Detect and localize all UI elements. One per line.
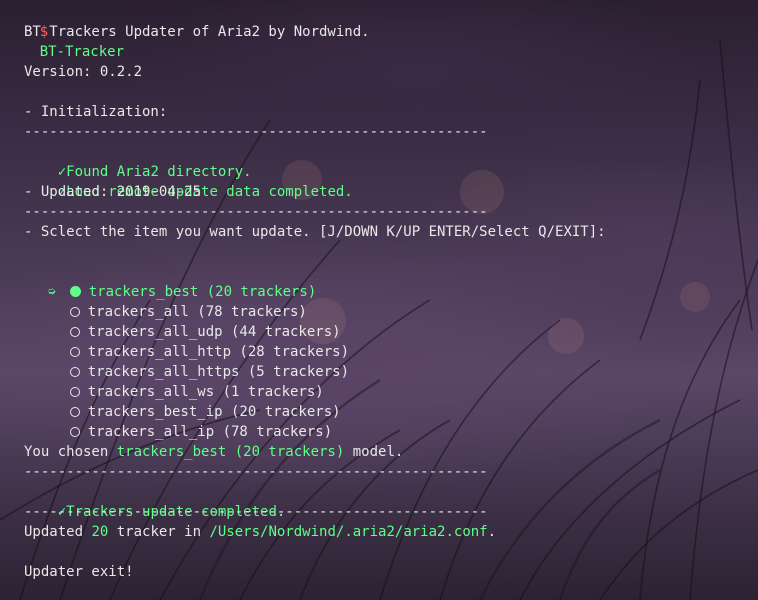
updated-count: 20 xyxy=(91,524,109,540)
updated-middle: tracker in xyxy=(108,524,210,540)
list-item[interactable]: trackers_best_ip (20 trackers) xyxy=(36,382,341,420)
chosen-line: You chosen trackers_best (20 trackers) m… xyxy=(6,442,403,462)
command-text: BT-Tracker xyxy=(39,44,125,60)
terminal-output: $ BT-Tracker BT Trackers Updater of Aria… xyxy=(0,0,758,600)
updated-date: - Updated: 2019-04-25 xyxy=(24,184,202,200)
chosen-value: trackers_best (20 trackers) xyxy=(116,444,345,460)
list-item[interactable]: trackers_all (78 trackers) xyxy=(36,282,307,320)
chosen-suffix: model. xyxy=(344,444,404,460)
updated-summary: Updated 20 tracker in /Users/Nordwind/.a… xyxy=(6,522,496,542)
version-text: Version: 0.2.2 xyxy=(24,64,143,80)
divider: ----------------------------------------… xyxy=(24,124,488,140)
app-subtitle: BT Trackers Updater of Aria2 by Nordwind… xyxy=(24,24,370,40)
updated-suffix: . xyxy=(487,524,497,540)
chosen-prefix: You chosen xyxy=(24,444,117,460)
status-found-dir: ✓Found Aria2 directory. xyxy=(6,142,252,180)
list-item-selected[interactable]: ➭ trackers_best (20 trackers) xyxy=(14,262,317,300)
list-item-label: trackers_all_ip (78 trackers) xyxy=(87,424,333,440)
updated-prefix: Updated xyxy=(24,524,92,540)
exit-text: Updater exit! xyxy=(24,564,134,580)
command-line: $ BT-Tracker xyxy=(6,2,124,60)
list-item[interactable]: trackers_all_ws (1 trackers) xyxy=(36,362,324,400)
status-update-completed: ✓Trackers update completed. xyxy=(6,482,286,520)
list-item[interactable]: trackers_all_http (28 trackers) xyxy=(36,322,349,360)
status-load-remote: ✓Load remote update data completed. xyxy=(6,162,353,200)
divider: ----------------------------------------… xyxy=(24,504,488,520)
divider: ----------------------------------------… xyxy=(24,464,488,480)
select-prompt: - Sclect the item you want update. [J/DO… xyxy=(24,224,606,240)
config-path: /Users/Nordwind/.aria2/aria2.conf xyxy=(209,524,488,540)
radio-empty-icon xyxy=(69,427,80,437)
list-item[interactable]: trackers_all_https (5 trackers) xyxy=(36,342,349,380)
divider: ----------------------------------------… xyxy=(24,204,488,220)
init-heading: - Initialization: xyxy=(24,104,168,120)
list-item[interactable]: trackers_all_ip (78 trackers) xyxy=(36,402,332,440)
list-item[interactable]: trackers_all_udp (44 trackers) xyxy=(36,302,341,340)
